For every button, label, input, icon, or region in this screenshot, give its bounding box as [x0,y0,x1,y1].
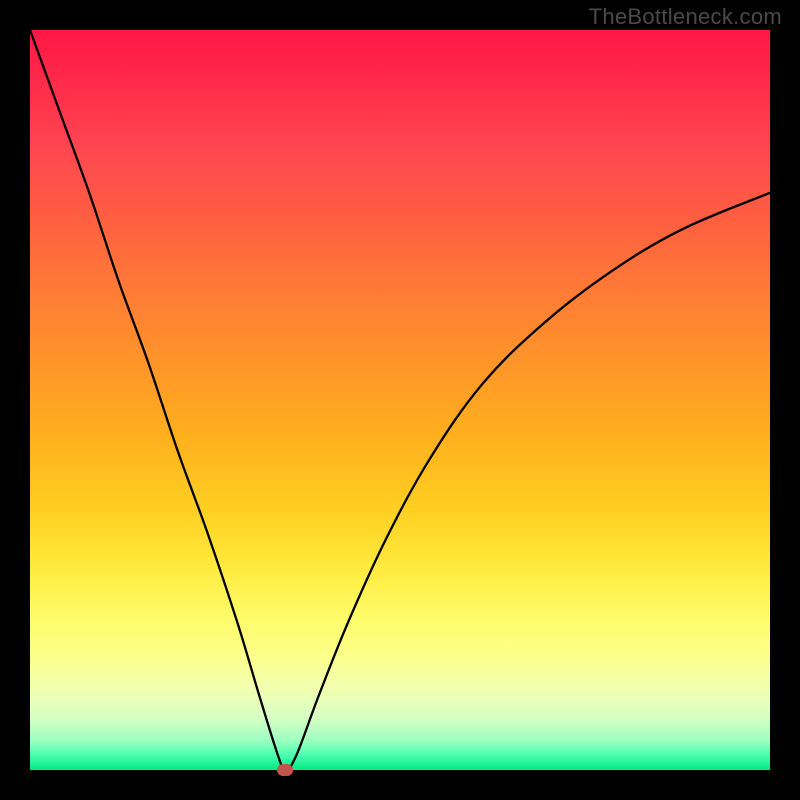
watermark-text: TheBottleneck.com [589,4,782,30]
optimum-marker [277,764,293,776]
chart-curve [30,30,770,770]
